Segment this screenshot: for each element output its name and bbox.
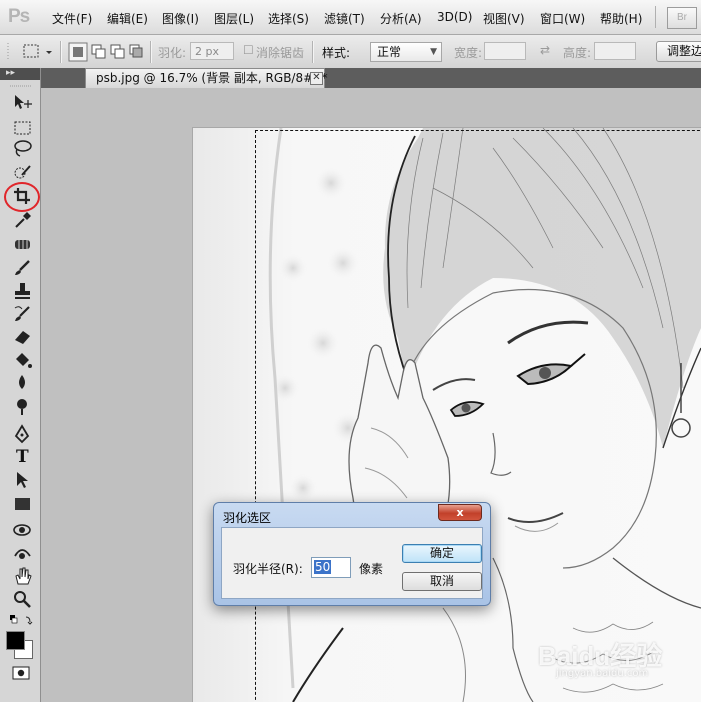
path-selection-icon[interactable] — [12, 470, 32, 490]
antialias-label: 消除锯齿 — [256, 46, 305, 60]
dialog-close-button[interactable]: x — [438, 504, 482, 521]
style-select[interactable]: 正常 ▼ — [370, 42, 442, 62]
menu-window[interactable]: 窗口(W) — [540, 10, 585, 27]
lasso-icon[interactable] — [12, 138, 32, 158]
options-bar: 羽化: 2 px ☐ 消除锯齿 样式: 正常 ▼ 宽度: ⇄ 高度: 调整边 — [0, 35, 701, 69]
hand-icon[interactable] — [12, 566, 32, 586]
move-tool-icon[interactable] — [12, 92, 32, 112]
feather-radius-value: 50 — [314, 560, 332, 574]
clone-stamp-icon[interactable] — [12, 281, 32, 301]
blur-icon[interactable] — [12, 373, 32, 393]
workspace — [41, 88, 701, 702]
chevron-down-icon: ▼ — [430, 47, 437, 57]
swap-icon[interactable]: ⇄ — [540, 43, 550, 57]
eyedropper-icon[interactable] — [12, 210, 32, 230]
feather-label: 羽化: — [158, 46, 187, 60]
menu-3d[interactable]: 3D(D) — [437, 10, 472, 24]
menu-analysis[interactable]: 分析(A) — [380, 10, 422, 27]
menu-file[interactable]: 文件(F) — [52, 10, 92, 27]
menu-separator — [655, 6, 656, 28]
foreground-color-swatch[interactable] — [6, 631, 25, 650]
zoom-icon[interactable] — [12, 589, 32, 609]
cancel-button[interactable]: 取消 — [402, 572, 482, 591]
selection-marquee — [255, 130, 701, 702]
tools-panel-header[interactable]: ▸▸ — [0, 68, 40, 80]
tools-panel: ▸▸ T — [0, 68, 41, 702]
dialog-title: 羽化选区 — [223, 511, 272, 525]
menu-edit[interactable]: 编辑(E) — [107, 10, 148, 27]
dodge-icon[interactable] — [12, 396, 32, 416]
pixels-unit-label: 像素 — [359, 562, 384, 576]
style-label: 样式: — [322, 46, 351, 60]
selection-mode-icons[interactable] — [68, 42, 144, 62]
style-value: 正常 — [377, 45, 402, 59]
document-canvas[interactable] — [193, 128, 701, 702]
pen-icon[interactable] — [12, 424, 32, 444]
menu-bar: Ps 文件(F) 编辑(E) 图像(I) 图层(L) 选择(S) 滤镜(T) 分… — [0, 0, 701, 35]
close-icon[interactable]: ✕ — [310, 72, 323, 85]
width-input[interactable] — [484, 42, 526, 60]
quick-mask-icon[interactable] — [12, 666, 30, 680]
menu-image[interactable]: 图像(I) — [162, 10, 199, 27]
quick-selection-icon[interactable] — [12, 163, 32, 183]
menu-view[interactable]: 视图(V) — [483, 10, 525, 27]
height-label: 高度: — [563, 46, 592, 60]
width-label: 宽度: — [454, 46, 483, 60]
eraser-icon[interactable] — [12, 326, 32, 346]
panel-grip-icon — [10, 85, 32, 87]
feather-input[interactable]: 2 px — [190, 42, 234, 60]
ok-button[interactable]: 确定 — [402, 544, 482, 563]
grip-icon — [7, 43, 9, 61]
menu-filter[interactable]: 滤镜(T) — [324, 10, 365, 27]
tool-preset-picker[interactable] — [20, 41, 56, 66]
feather-radius-input[interactable]: 50 — [311, 557, 351, 578]
options-separator — [150, 41, 152, 63]
document-tab[interactable]: psb.jpg @ 16.7% (背景 副本, RGB/8#) * ✕ — [85, 68, 328, 88]
antialias-checkbox[interactable]: ☐ — [243, 43, 254, 57]
options-separator — [312, 41, 314, 63]
bridge-button[interactable]: Br — [667, 7, 697, 29]
dialog-body: 羽化半径(R): 50 像素 确定 取消 — [221, 527, 483, 599]
default-swap-colors-icon[interactable] — [9, 614, 35, 628]
annotation-highlight-circle — [4, 182, 40, 212]
paint-bucket-icon[interactable] — [12, 350, 32, 370]
baidu-watermark-url: jingyan.baidu.com — [556, 668, 649, 679]
photoshop-logo: Ps — [8, 6, 30, 27]
document-tab-bar: psb.jpg @ 16.7% (背景 副本, RGB/8#) * ✕ — [41, 68, 701, 88]
refine-edge-button[interactable]: 调整边 — [656, 41, 701, 62]
history-brush-icon[interactable] — [12, 304, 32, 324]
rectangular-marquee-icon[interactable] — [12, 118, 32, 138]
rect-marquee-icon — [23, 44, 52, 58]
spot-healing-icon[interactable] — [12, 235, 32, 255]
height-input[interactable] — [594, 42, 636, 60]
document-tab-title: psb.jpg @ 16.7% (背景 副本, RGB/8#) * — [96, 71, 328, 85]
3d-rotate-icon[interactable] — [12, 520, 32, 540]
feather-radius-label: 羽化半径(R): — [233, 562, 303, 576]
type-tool-icon[interactable]: T — [12, 447, 32, 467]
options-separator — [60, 41, 62, 63]
menu-help[interactable]: 帮助(H) — [600, 10, 642, 27]
3d-orbit-icon[interactable] — [12, 544, 32, 564]
rectangle-shape-icon[interactable] — [12, 494, 32, 514]
menu-layer[interactable]: 图层(L) — [214, 10, 254, 27]
menu-select[interactable]: 选择(S) — [268, 10, 309, 27]
brush-icon[interactable] — [12, 258, 32, 278]
feather-selection-dialog: 羽化选区 x 羽化半径(R): 50 像素 确定 取消 — [213, 502, 491, 606]
